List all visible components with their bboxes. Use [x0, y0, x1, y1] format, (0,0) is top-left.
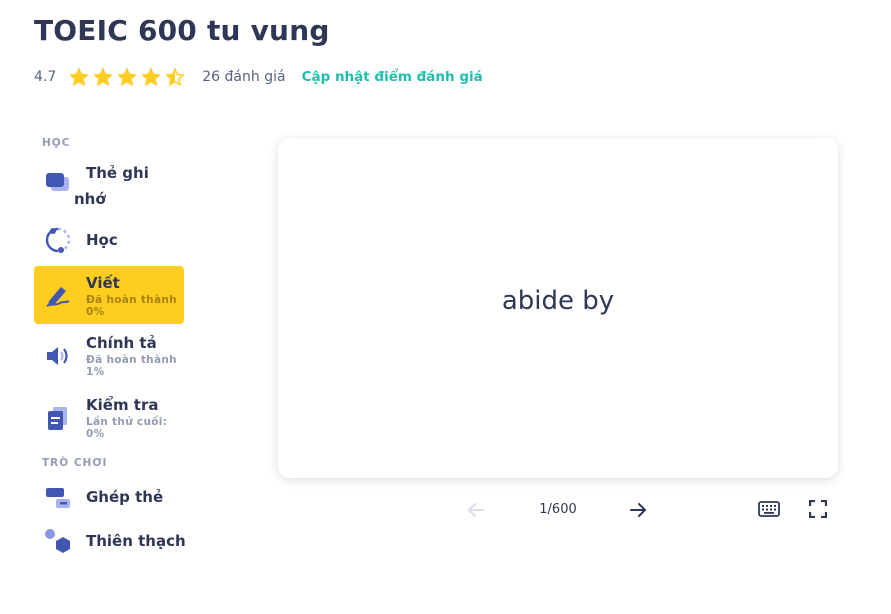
sidebar-item-label: Chính tả: [86, 334, 157, 352]
sidebar-item-label-continued: nhớ: [74, 190, 106, 208]
flashcard-term: abide by: [501, 286, 615, 316]
update-rating-link[interactable]: Cập nhật điểm đánh giá: [302, 69, 483, 85]
study-mode-sidebar: HỌC Thẻ ghi nhớ Học Viết Đã hoàn thành 0…: [34, 132, 186, 564]
progress-status-label: Đã hoàn thành: [86, 354, 177, 366]
star-icon[interactable]: [118, 68, 137, 86]
rating-row: 4.7 26 đánh giá Cập nhật điểm đánh giá: [34, 66, 483, 88]
star-icon[interactable]: [70, 68, 89, 86]
next-card-button[interactable]: [624, 496, 652, 524]
last-attempt-score: 0%: [86, 428, 105, 440]
star-icon[interactable]: [94, 68, 113, 86]
arrow-right-icon: [630, 503, 646, 517]
fullscreen-icon: [809, 500, 827, 518]
sidebar-item-match[interactable]: Ghép thẻ: [34, 476, 186, 520]
sidebar-item-learn[interactable]: Học: [34, 218, 186, 262]
star-icon[interactable]: [142, 68, 161, 86]
sidebar-item-spell[interactable]: Chính tả Đã hoàn thành 1%: [34, 328, 186, 386]
progress-percent: 1%: [86, 366, 105, 378]
flashcards-icon: [44, 169, 72, 197]
sidebar-item-write[interactable]: Viết Đã hoàn thành 0%: [34, 266, 184, 324]
games-section-label: TRÒ CHƠI: [42, 457, 108, 469]
pencil-icon: [44, 281, 72, 309]
match-icon: [44, 484, 72, 512]
speaker-icon: [44, 342, 72, 370]
sidebar-item-flashcards[interactable]: Thẻ ghi nhớ: [34, 160, 186, 216]
sidebar-item-label: Ghép thẻ: [86, 488, 164, 506]
keyboard-shortcuts-button[interactable]: [754, 496, 784, 522]
progress-percent: 0%: [86, 306, 105, 318]
keyboard-icon: [758, 501, 780, 517]
gravity-icon: [44, 528, 72, 556]
star-icon[interactable]: [166, 68, 185, 86]
sidebar-item-gravity[interactable]: Thiên thạch: [34, 520, 186, 564]
arrow-left-icon: [468, 503, 484, 517]
rating-stars[interactable]: [70, 68, 185, 86]
page-title: TOEIC 600 tu vung: [34, 14, 330, 47]
rating-value: 4.7: [34, 69, 57, 85]
test-document-icon: [44, 404, 72, 432]
last-attempt-label: Lần thử cuối:: [86, 416, 168, 428]
previous-card-button[interactable]: [462, 496, 490, 524]
fullscreen-button[interactable]: [804, 496, 832, 522]
sidebar-item-label: Thẻ ghi: [86, 164, 149, 182]
sidebar-item-label: Viết: [86, 274, 120, 292]
sidebar-item-label: Thiên thạch: [86, 532, 186, 550]
card-counter: 1/600: [539, 502, 577, 517]
study-section-label: HỌC: [42, 137, 71, 149]
progress-status-label: Đã hoàn thành: [86, 294, 177, 306]
sidebar-item-label: Học: [86, 231, 118, 249]
flashcard[interactable]: abide by: [278, 138, 838, 478]
learn-icon: [44, 226, 72, 254]
review-count: 26 đánh giá: [202, 69, 286, 85]
sidebar-item-label: Kiểm tra: [86, 396, 159, 414]
sidebar-item-test[interactable]: Kiểm tra Lần thử cuối: 0%: [34, 390, 186, 448]
